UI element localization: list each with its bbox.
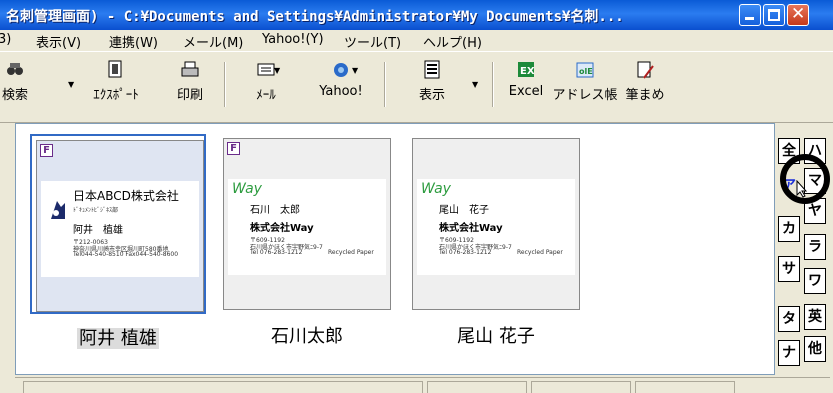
hudemame-icon xyxy=(637,61,654,79)
addressbook-label: アドレス帳 xyxy=(552,88,618,103)
index-tab-ka[interactable]: カ xyxy=(778,216,800,242)
printer-icon xyxy=(181,61,199,77)
svg-text:olE: olE xyxy=(579,67,593,76)
card-company: 株式会社Way xyxy=(250,223,314,234)
status-bar xyxy=(15,377,830,393)
card-thumbnail: F Way 石川 太郎 株式会社Way 〒609-1192 石川県かほく市宇野気… xyxy=(223,138,391,310)
excel-button[interactable]: EX Excel xyxy=(506,54,546,116)
card-address-3: Tel 076-283-1212 xyxy=(250,249,303,256)
index-tab-ra[interactable]: ラ xyxy=(804,234,826,260)
menu-link[interactable]: 連携(W) xyxy=(109,32,158,51)
index-tab-sa[interactable]: サ xyxy=(778,256,800,282)
yahoo-button[interactable]: Yahoo! ▼ xyxy=(316,54,366,116)
menu-help[interactable]: ヘルプ(H) xyxy=(423,32,482,51)
business-card-2[interactable]: F Way 石川 太郎 株式会社Way 〒609-1192 石川県かほく市宇野気… xyxy=(219,134,395,347)
toolbar-separator xyxy=(492,62,494,107)
view-dropdown-arrow[interactable]: ▼ xyxy=(472,80,478,89)
card-company: 株式会社Way xyxy=(439,223,503,234)
hudemame-button[interactable]: 筆まめ xyxy=(620,54,670,116)
title-bar[interactable]: 名刺管理画面) - C:¥Documents and Settings¥Admi… xyxy=(0,0,833,30)
card-caption: 尾山 花子 xyxy=(457,326,535,347)
card-person-name: 阿井 植雄 xyxy=(73,225,123,236)
yahoo-label: Yahoo! xyxy=(319,84,363,99)
card-image: 日本ABCD株式会社 ﾄﾞｷｭﾒﾝﾄﾋﾞｼﾞﾈｽ部 阿井 植雄 〒212-006… xyxy=(41,181,199,277)
view-label: 表示 xyxy=(418,88,445,103)
status-field xyxy=(635,381,735,393)
mail-dropdown-arrow[interactable]: ▼ xyxy=(274,66,280,75)
yahoo-dropdown-arrow[interactable]: ▼ xyxy=(352,66,358,75)
toolbar-separator xyxy=(384,62,386,107)
mail-icon xyxy=(257,63,275,76)
view-icon xyxy=(424,60,440,79)
menu-edit[interactable]: 3) xyxy=(0,32,11,47)
search-dropdown-arrow[interactable]: ▼ xyxy=(68,80,74,89)
card-image: Way 石川 太郎 株式会社Way 〒609-1192 石川県かほく市宇野気ﾆ9… xyxy=(228,179,386,275)
search-label: 検索 xyxy=(1,88,28,103)
card-person-name: 尾山 花子 xyxy=(439,205,489,216)
print-button[interactable]: 印刷 xyxy=(170,54,210,116)
card-note: Recycled Paper xyxy=(328,249,374,256)
business-card-1[interactable]: F 日本ABCD株式会社 ﾄﾞｷｭﾒﾝﾄﾋﾞｼﾞﾈｽ部 阿井 植雄 〒212-0… xyxy=(30,134,206,349)
business-card-3[interactable]: Way 尾山 花子 株式会社Way 〒609-1192 石川県かほく市宇野気ﾆ9… xyxy=(408,134,584,347)
export-button[interactable]: ｴｸｽﾎﾟｰﾄ xyxy=(86,54,146,116)
export-icon xyxy=(108,60,122,78)
index-tab-ta[interactable]: タ xyxy=(778,306,800,332)
binoculars-icon xyxy=(7,63,23,75)
flag-icon: F xyxy=(227,142,240,155)
card-address-3: Tel044-540-8510 Fax044-540-8600 xyxy=(73,251,179,258)
export-label: ｴｸｽﾎﾟｰﾄ xyxy=(93,88,139,103)
menu-view[interactable]: 表示(V) xyxy=(36,32,81,51)
mouse-cursor-icon xyxy=(796,180,808,198)
maximize-button[interactable] xyxy=(763,4,785,26)
status-field xyxy=(23,381,423,393)
card-image: Way 尾山 花子 株式会社Way 〒609-1192 石川県かほく市宇野気ﾆ9… xyxy=(417,179,575,275)
yahoo-icon xyxy=(334,63,348,77)
card-caption: 阿井 植雄 xyxy=(30,324,206,350)
card-caption: 石川太郎 xyxy=(271,326,343,347)
minimize-icon xyxy=(745,17,754,20)
status-field xyxy=(531,381,631,393)
minimize-button[interactable] xyxy=(739,4,761,26)
way-logo: Way xyxy=(232,181,262,197)
svg-text:EX: EX xyxy=(520,66,535,77)
card-thumbnail: F 日本ABCD株式会社 ﾄﾞｷｭﾒﾝﾄﾋﾞｼﾞﾈｽ部 阿井 植雄 〒212-0… xyxy=(36,140,204,312)
addressbook-icon: olE xyxy=(576,62,594,78)
search-button[interactable]: 検索 xyxy=(0,54,30,116)
card-note: Recycled Paper xyxy=(517,249,563,256)
menu-yahoo[interactable]: Yahoo!(Y) xyxy=(262,32,324,47)
menu-bar: 3) 表示(V) 連携(W) メール(M) Yahoo!(Y) ツール(T) ヘ… xyxy=(0,30,833,51)
addressbook-button[interactable]: olE アドレス帳 xyxy=(550,54,620,116)
card-thumbnail: Way 尾山 花子 株式会社Way 〒609-1192 石川県かほく市宇野気ﾆ9… xyxy=(412,138,580,310)
card-address-3: Tel 076-283-1212 xyxy=(439,249,492,256)
excel-label: Excel xyxy=(508,84,544,99)
menu-tools[interactable]: ツール(T) xyxy=(344,32,401,51)
mail-label: ﾒｰﾙ xyxy=(256,88,276,103)
mail-button[interactable]: ﾒｰﾙ ▼ xyxy=(246,54,286,116)
index-tab-other[interactable]: 他 xyxy=(804,336,826,362)
company-logo-icon xyxy=(51,201,65,219)
card-company: 日本ABCD株式会社 xyxy=(73,189,179,203)
index-tab-eng[interactable]: 英 xyxy=(804,304,826,330)
print-label: 印刷 xyxy=(176,88,203,103)
way-logo: Way xyxy=(421,181,451,197)
toolbar-separator xyxy=(224,62,226,107)
window-title: 名刺管理画面) - C:¥Documents and Settings¥Admi… xyxy=(6,9,624,25)
card-list[interactable]: F 日本ABCD株式会社 ﾄﾞｷｭﾒﾝﾄﾋﾞｼﾞﾈｽ部 阿井 植雄 〒212-0… xyxy=(15,123,775,375)
card-caption-text: 阿井 植雄 xyxy=(77,328,159,349)
view-button[interactable]: 表示 xyxy=(414,54,450,116)
card-dept: ﾄﾞｷｭﾒﾝﾄﾋﾞｼﾞﾈｽ部 xyxy=(73,207,119,214)
excel-icon: EX xyxy=(518,62,535,77)
menu-mail[interactable]: メール(M) xyxy=(183,32,243,51)
app-window: 名刺管理画面) - C:¥Documents and Settings¥Admi… xyxy=(0,0,833,393)
close-button[interactable]: ✕ xyxy=(787,4,809,26)
card-person-name: 石川 太郎 xyxy=(250,205,300,216)
flag-icon: F xyxy=(40,144,53,157)
index-tab-na[interactable]: ナ xyxy=(778,340,800,366)
close-icon: ✕ xyxy=(791,4,806,24)
hudemame-label: 筆まめ xyxy=(625,88,665,103)
toolbar: 検索 ▼ ｴｸｽﾎﾟｰﾄ 印刷 ﾒｰﾙ ▼ Yahoo! ▼ 表示 ▼ EX E… xyxy=(0,51,833,123)
status-field xyxy=(427,381,527,393)
index-tab-wa[interactable]: ワ xyxy=(804,268,826,294)
maximize-icon xyxy=(768,9,780,21)
